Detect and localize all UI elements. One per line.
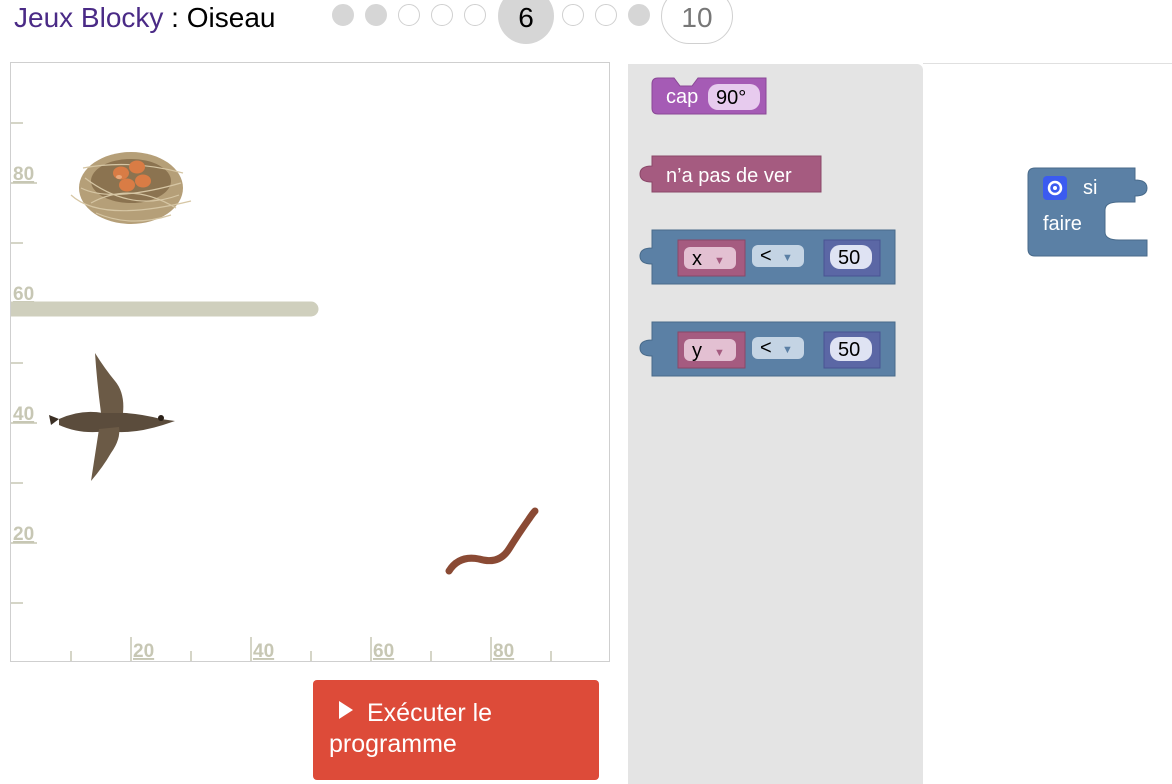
level-last[interactable]: 10 xyxy=(661,0,733,44)
compare-x-block[interactable]: x ▼ < ▼ 50 xyxy=(639,229,896,285)
dropdown-arrow-icon: ▼ xyxy=(714,347,725,359)
x-tick-label: 40 xyxy=(253,641,274,662)
heading-value: 90° xyxy=(716,87,746,109)
y-tick-label: 40 xyxy=(13,404,34,425)
compare-y-block[interactable]: y ▼ < ▼ 50 xyxy=(639,321,896,377)
x-tick-label: 60 xyxy=(373,641,394,662)
game-name: Oiseau xyxy=(186,2,276,33)
nest-icon xyxy=(70,152,192,224)
y-var: y xyxy=(692,340,702,362)
heading-block[interactable]: cap 90° xyxy=(651,77,767,115)
no-worm-label: n’a pas de ver xyxy=(666,165,792,187)
run-label-line2: programme xyxy=(329,730,457,758)
title-separator: : xyxy=(163,2,187,33)
level-5-dot[interactable] xyxy=(464,4,486,26)
app-title-link[interactable]: Jeux Blocky xyxy=(14,2,163,33)
y-op: < xyxy=(760,337,772,359)
level-current: 6 xyxy=(498,0,554,44)
level-4-dot[interactable] xyxy=(431,4,453,26)
heading-label: cap xyxy=(666,86,698,108)
worm-icon xyxy=(445,507,539,575)
dropdown-arrow-icon: ▼ xyxy=(782,344,793,356)
stage-canvas: 80 60 40 20 20 40 60 80 xyxy=(11,122,552,662)
run-program-button[interactable]: Exécuter le programme xyxy=(313,680,599,780)
dropdown-arrow-icon: ▼ xyxy=(714,255,725,267)
bird-icon xyxy=(49,353,175,481)
y-tick-label: 20 xyxy=(13,524,34,545)
y-tick-label: 80 xyxy=(13,164,34,185)
level-1-dot[interactable] xyxy=(332,4,354,26)
if-block[interactable]: si faire xyxy=(1027,167,1148,257)
y-value: 50 xyxy=(838,339,860,361)
x-value: 50 xyxy=(838,247,860,269)
x-tick-label: 20 xyxy=(133,641,154,662)
run-label-line1: Exécuter le xyxy=(367,699,493,727)
level-3-dot[interactable] xyxy=(398,4,420,26)
blockly-workspace[interactable]: si faire xyxy=(923,64,1172,767)
if-label: si xyxy=(1083,177,1097,199)
page-title: Jeux Blocky : Oiseau xyxy=(14,2,275,34)
do-label: faire xyxy=(1043,213,1082,235)
level-9-dot[interactable] xyxy=(628,4,650,26)
x-var: x xyxy=(692,248,702,270)
dropdown-arrow-icon: ▼ xyxy=(782,252,793,264)
no-worm-block[interactable]: n’a pas de ver xyxy=(639,155,822,193)
level-7-dot[interactable] xyxy=(562,4,584,26)
x-op: < xyxy=(760,245,772,267)
level-8-dot[interactable] xyxy=(595,4,617,26)
game-stage: 80 60 40 20 20 40 60 80 xyxy=(10,62,610,662)
play-icon xyxy=(339,701,353,719)
level-2-dot[interactable] xyxy=(365,4,387,26)
x-tick-label: 80 xyxy=(493,641,514,662)
toolbox-flyout: cap 90° n’a pas de ver x ▼ < ▼ 50 y ▼ < … xyxy=(628,64,923,784)
